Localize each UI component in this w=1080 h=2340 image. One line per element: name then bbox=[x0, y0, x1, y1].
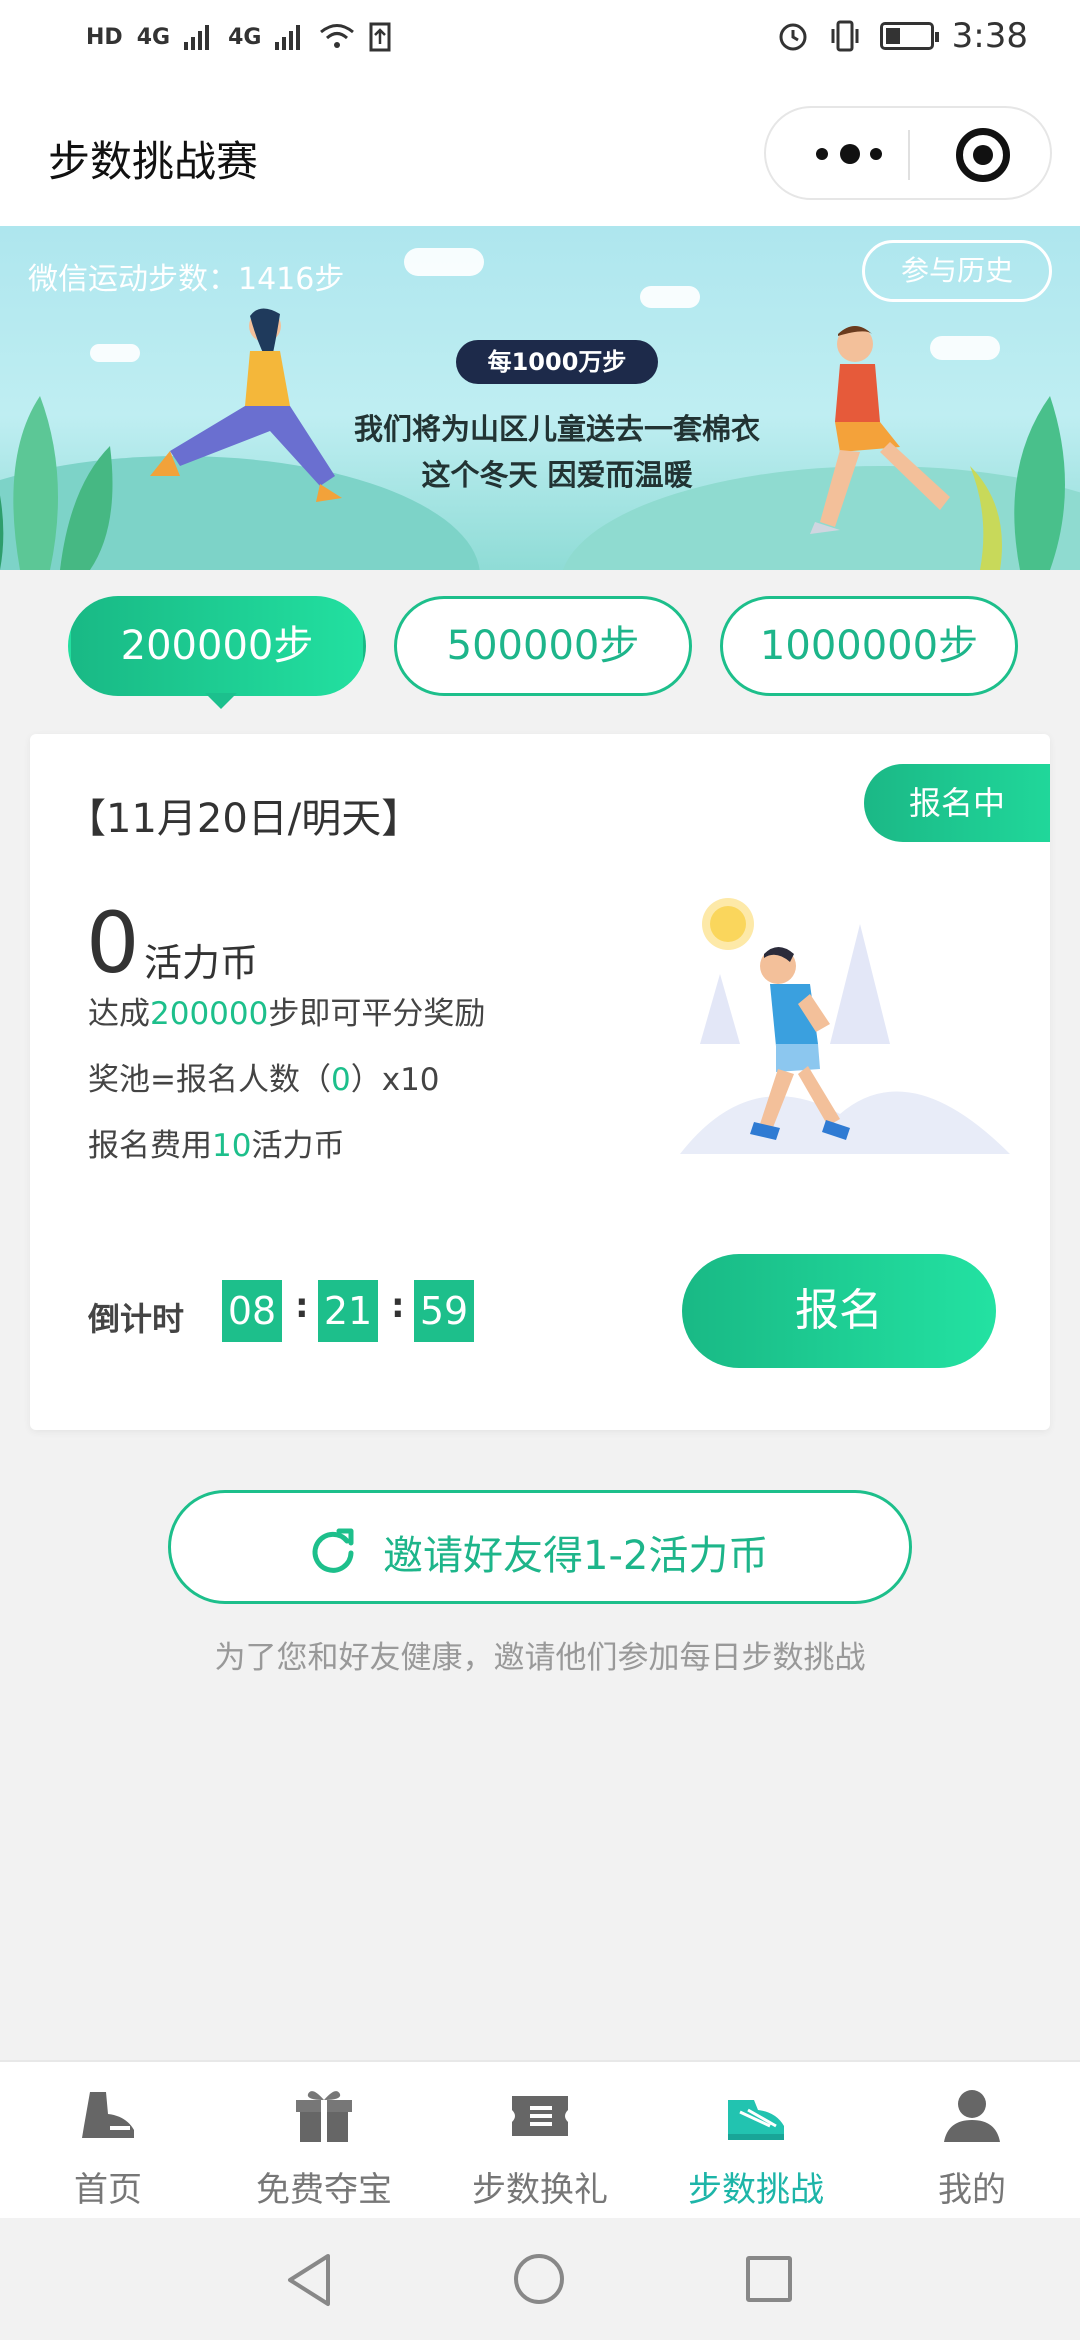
leaf-decoration bbox=[0, 396, 113, 570]
invite-subtitle: 为了您和好友健康，邀请他们参加每日步数挑战 bbox=[214, 1640, 866, 1676]
signal-indicator-2: 4G bbox=[228, 24, 262, 50]
rule-text: 达成 bbox=[88, 996, 150, 1032]
wechat-steps-text: 微信运动步数：1416步 bbox=[28, 262, 345, 297]
pool-coins-unit: 活力币 bbox=[144, 941, 259, 985]
home-icon[interactable] bbox=[514, 2254, 564, 2304]
rule-highlight: 200000 bbox=[150, 996, 269, 1032]
step-goal-tabs: 200000步 500000步 1000000步 bbox=[68, 596, 1018, 709]
countdown-minutes: 21 bbox=[318, 1280, 378, 1342]
runner-illustration bbox=[680, 898, 1010, 1154]
shoe-icon bbox=[82, 2092, 134, 2138]
rule-highlight: 0 bbox=[330, 1062, 351, 1098]
signal-bars-icon bbox=[184, 25, 210, 50]
status-bar: HD 4G 4G 3:38 bbox=[0, 0, 1080, 82]
ticket-icon bbox=[512, 2096, 568, 2136]
tabbar-label: 首页 bbox=[74, 2170, 142, 2210]
countdown-label: 倒计时 bbox=[88, 1300, 185, 1338]
rule-highlight: 10 bbox=[212, 1128, 252, 1164]
clock: 3:38 bbox=[951, 16, 1028, 56]
tab-1000000[interactable]: 1000000步 bbox=[720, 596, 1018, 696]
tab-500000[interactable]: 500000步 bbox=[394, 596, 692, 696]
rule-text: ）x10 bbox=[350, 1062, 440, 1098]
tabbar-item-home[interactable]: 首页 bbox=[0, 2062, 216, 2218]
tabbar-item-profile[interactable]: 我的 bbox=[864, 2062, 1080, 2218]
banner-slogan: 我们将为山区儿童送去一套棉衣 这个冬天 因爱而温暖 bbox=[330, 406, 784, 498]
gift-icon bbox=[296, 2091, 352, 2142]
countdown-hours: 08 bbox=[222, 1280, 282, 1342]
tabbar-label: 我的 bbox=[938, 2170, 1006, 2210]
alarm-icon bbox=[779, 23, 807, 51]
status-right: 3:38 bbox=[776, 16, 1028, 56]
rule-text: 步即可平分奖励 bbox=[268, 996, 486, 1032]
capsule-divider bbox=[908, 130, 910, 180]
more-dot-icon bbox=[816, 148, 828, 160]
tab-200000[interactable]: 200000步 bbox=[68, 596, 366, 709]
page-title: 步数挑战赛 bbox=[48, 137, 259, 186]
countdown-separator: : bbox=[295, 1286, 309, 1326]
battery-icon bbox=[879, 22, 939, 50]
header: 步数挑战赛 bbox=[0, 82, 1080, 226]
tabbar-item-exchange[interactable]: 步数换礼 bbox=[432, 2062, 648, 2218]
slogan-line: 这个冬天 因爱而温暖 bbox=[421, 458, 693, 492]
system-navigation-bar bbox=[0, 2218, 1080, 2340]
upload-icon bbox=[369, 22, 391, 52]
tabbar-label: 免费夺宝 bbox=[256, 2170, 392, 2210]
signal-indicator-1: 4G bbox=[136, 24, 171, 50]
tabbar-label: 步数换礼 bbox=[472, 2170, 608, 2210]
rule-pool: 奖池=报名人数（0）x10 bbox=[88, 1054, 440, 1099]
more-dot-icon bbox=[870, 148, 882, 160]
invite-friends-button[interactable]: 邀请好友得1-2活力币 bbox=[168, 1490, 912, 1604]
network-indicators: HD 4G 4G bbox=[86, 22, 391, 52]
back-icon[interactable] bbox=[284, 2252, 336, 2308]
signal-bars-icon bbox=[275, 25, 301, 50]
bottom-tab-bar: 首页 免费夺宝 步数换礼 步数挑战 我的 bbox=[0, 2060, 1080, 2218]
banner-tag: 每1000万步 bbox=[456, 340, 658, 384]
more-menu-button[interactable] bbox=[806, 136, 896, 172]
signup-button[interactable]: 报名 bbox=[682, 1254, 996, 1368]
history-button[interactable]: 参与历史 bbox=[862, 240, 1052, 302]
cloud-decoration bbox=[640, 286, 700, 308]
slogan-line: 我们将为山区儿童送去一套棉衣 bbox=[353, 412, 760, 446]
status-badge: 报名中 bbox=[864, 764, 1050, 842]
user-icon bbox=[944, 2090, 1000, 2142]
wifi-icon bbox=[320, 24, 355, 48]
tabbar-label: 步数挑战 bbox=[688, 2170, 824, 2210]
miniprogram-capsule bbox=[764, 106, 1052, 200]
rule-text: 报名费用 bbox=[88, 1128, 212, 1164]
man-stretching-illustration bbox=[810, 326, 950, 534]
tabbar-item-treasure[interactable]: 免费夺宝 bbox=[216, 2062, 432, 2218]
challenge-card: 【11月20日/明天】 报名中 0 活力币 达成200000步即可平分奖励 奖池… bbox=[30, 734, 1050, 1430]
pool-coins-value: 0 bbox=[86, 894, 140, 992]
more-dot-icon bbox=[840, 144, 860, 164]
rule-target: 达成200000步即可平分奖励 bbox=[88, 988, 485, 1033]
hd-indicator: HD bbox=[86, 24, 123, 50]
countdown-separator: : bbox=[391, 1286, 405, 1326]
cloud-decoration bbox=[404, 248, 484, 276]
share-refresh-icon bbox=[312, 1528, 354, 1573]
woman-stretching-illustration bbox=[150, 308, 342, 502]
tabbar-item-challenge[interactable]: 步数挑战 bbox=[648, 2062, 864, 2218]
rule-fee: 报名费用10活力币 bbox=[88, 1120, 344, 1165]
invite-label: 邀请好友得1-2活力币 bbox=[383, 1533, 769, 1579]
recent-apps-icon[interactable] bbox=[746, 2256, 792, 2302]
challenge-date: 【11月20日/明天】 bbox=[66, 796, 422, 842]
rule-text: 活力币 bbox=[251, 1128, 345, 1164]
charity-banner[interactable]: 微信运动步数：1416步 参与历史 每1000万步 我们将为山区儿童送去一套棉衣… bbox=[0, 226, 1080, 570]
close-miniprogram-icon[interactable] bbox=[956, 128, 1010, 182]
rule-text: 奖池=报名人数（ bbox=[88, 1062, 331, 1098]
vibrate-icon bbox=[831, 20, 859, 52]
sneaker-icon bbox=[728, 2100, 784, 2140]
countdown-seconds: 59 bbox=[414, 1280, 474, 1342]
